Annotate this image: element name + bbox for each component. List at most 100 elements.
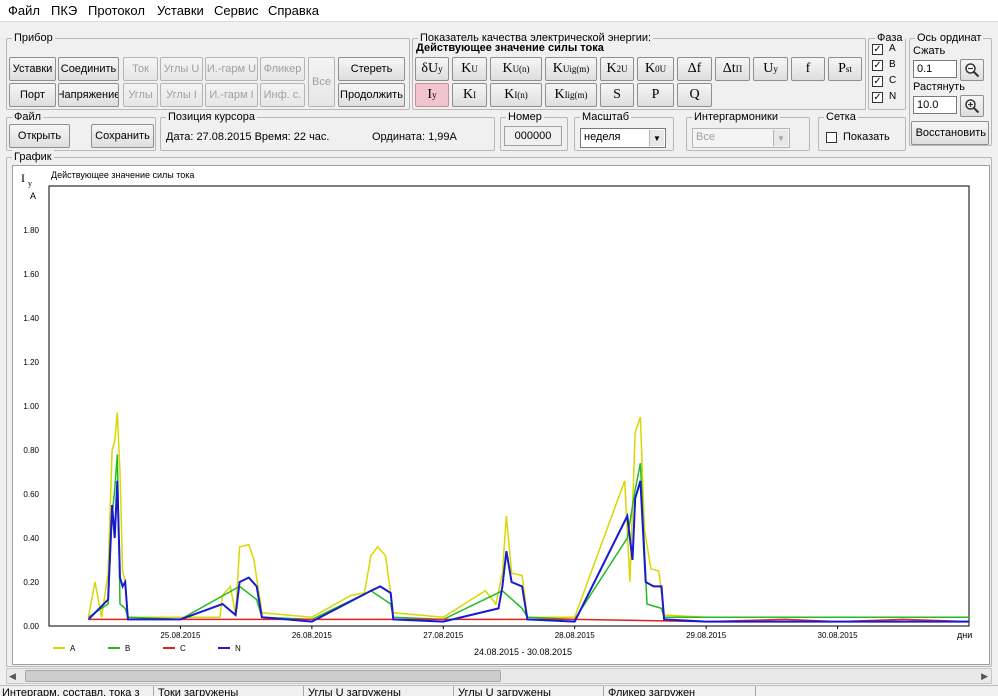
phase-checkbox-b[interactable]: ✓ bbox=[872, 60, 883, 71]
pqe-button-row1-3[interactable]: K Uig(m) bbox=[545, 57, 597, 81]
pqe-button-row1-1[interactable]: KU bbox=[452, 57, 487, 81]
current-button[interactable]: Ток bbox=[123, 57, 158, 81]
pqe-button-main: Q bbox=[689, 87, 700, 102]
chart-title: Действующее значение силы тока bbox=[51, 170, 194, 180]
y-tick-label: 0.80 bbox=[23, 446, 39, 455]
pqe-button-row1-2[interactable]: K U(n) bbox=[490, 57, 542, 81]
pqe-button-row2-0[interactable]: Iy bbox=[415, 83, 449, 107]
cursor-group-title: Позиция курсора bbox=[166, 110, 257, 124]
scroll-thumb[interactable] bbox=[25, 670, 501, 682]
pqe-button-row2-3[interactable]: K Iig(m) bbox=[545, 83, 597, 107]
pqe-button-row1-5[interactable]: K 0U bbox=[637, 57, 674, 81]
device-group-title: Прибор bbox=[12, 31, 55, 45]
chart-area[interactable]: 0.00 0.20 0.40 0.60 0.80 1.00 1.20 1.40 1.60 1.80… bbox=[12, 165, 990, 665]
erase-button[interactable]: Стереть bbox=[338, 57, 405, 81]
zoom-out-button[interactable] bbox=[960, 59, 984, 81]
voltage-button[interactable]: Напряжение bbox=[58, 83, 119, 107]
scale-select-value: неделя bbox=[584, 131, 621, 143]
pqe-button-sub: I(n) bbox=[514, 90, 528, 100]
phase-label-b: B bbox=[889, 59, 896, 70]
cursor-datetime: Дата: 27.08.2015 Время: 22 час. bbox=[166, 131, 330, 143]
stretch-label: Растянуть bbox=[913, 81, 965, 93]
menu-pqe[interactable]: ПКЭ bbox=[49, 3, 79, 18]
menu-settings[interactable]: Уставки bbox=[155, 3, 206, 18]
legend-label-b: B bbox=[125, 644, 130, 653]
iharm-u-button[interactable]: И.-гарм U bbox=[205, 57, 258, 81]
menu-service[interactable]: Сервис bbox=[212, 3, 261, 18]
settings-button[interactable]: Уставки bbox=[9, 57, 56, 81]
y-tick-label: 1.80 bbox=[23, 226, 39, 235]
flicker-button[interactable]: Фликер bbox=[260, 57, 305, 81]
pqe-button-sub: y bbox=[432, 90, 437, 100]
pqe-button-row2-4[interactable]: S bbox=[600, 83, 634, 107]
chart-svg: 0.00 0.20 0.40 0.60 0.80 1.00 1.20 1.40 1.60 1.80… bbox=[21, 170, 972, 657]
continue-button[interactable]: Продолжить bbox=[338, 83, 405, 107]
pqe-button-row1-7[interactable]: Δt П bbox=[715, 57, 750, 81]
x-tick-label: 27.08.2015 bbox=[423, 631, 464, 640]
status-angles-u-2: Углы U загружены bbox=[456, 686, 604, 696]
connect-button[interactable]: Соединить bbox=[58, 57, 119, 81]
scroll-right-icon[interactable]: ▶ bbox=[981, 671, 988, 682]
phase-checkbox-c[interactable]: ✓ bbox=[872, 76, 883, 87]
info-button[interactable]: Инф. с. bbox=[260, 83, 305, 107]
pqe-button-main: K bbox=[462, 87, 474, 102]
pqe-button-sub: U(n) bbox=[512, 64, 530, 74]
x-tick-label: 25.08.2015 bbox=[160, 631, 201, 640]
pqe-button-row1-6[interactable]: Δf bbox=[677, 57, 712, 81]
status-flicker: Фликер загружен bbox=[606, 686, 756, 696]
port-button[interactable]: Порт bbox=[9, 83, 56, 107]
menu-file[interactable]: Файл bbox=[6, 3, 42, 18]
scroll-left-icon[interactable]: ◀ bbox=[9, 671, 16, 682]
pqe-button-sub: П bbox=[735, 64, 743, 74]
phase-checkbox-n[interactable]: ✓ bbox=[872, 92, 883, 103]
pqe-button-row1-8[interactable]: Uy bbox=[753, 57, 788, 81]
legend-label-a: A bbox=[70, 644, 76, 653]
pqe-button-main: K bbox=[554, 87, 565, 102]
y-tick-label: 1.00 bbox=[23, 402, 39, 411]
phase-label-n: N bbox=[889, 91, 897, 102]
pqe-button-row2-1[interactable]: KI bbox=[452, 83, 487, 107]
legend-label-c: C bbox=[180, 644, 186, 653]
chevron-down-icon: ▼ bbox=[773, 130, 788, 146]
angles-button[interactable]: Углы bbox=[123, 83, 158, 107]
grid-checkbox-label: Показать bbox=[843, 131, 890, 143]
horizontal-scrollbar[interactable]: ◀ ▶ bbox=[6, 668, 992, 684]
y-axis-unit: A bbox=[30, 191, 36, 201]
angles-u-button[interactable]: Углы U bbox=[160, 57, 203, 81]
compress-input[interactable]: 0.1 bbox=[913, 60, 957, 78]
phase-checkbox-a[interactable]: ✓ bbox=[872, 44, 883, 55]
phase-label-a: A bbox=[889, 43, 896, 54]
plot-frame bbox=[48, 185, 970, 627]
pqe-button-row2-6[interactable]: Q bbox=[677, 83, 712, 107]
pqe-button-row1-9[interactable]: f bbox=[791, 57, 825, 81]
pqe-button-row1-10[interactable]: Pst bbox=[828, 57, 862, 81]
pqe-button-main: K bbox=[502, 61, 513, 76]
pqe-button-main: K bbox=[504, 87, 515, 102]
pqe-button-sub: y bbox=[438, 64, 443, 74]
zoom-out-icon bbox=[965, 63, 980, 78]
open-button[interactable]: Открыть bbox=[9, 124, 70, 148]
grid-checkbox[interactable] bbox=[826, 132, 837, 143]
interharm-select[interactable]: Все ▼ bbox=[692, 128, 790, 148]
menu-help[interactable]: Справка bbox=[266, 3, 321, 18]
pqe-button-row1-0[interactable]: δU y bbox=[415, 57, 449, 81]
scale-select[interactable]: неделя ▼ bbox=[580, 128, 666, 148]
restore-button[interactable]: Восстановить bbox=[911, 121, 989, 145]
menu-protocol[interactable]: Протокол bbox=[86, 3, 147, 18]
all-button[interactable]: Все bbox=[308, 57, 335, 107]
pqe-button-sub: y bbox=[773, 64, 778, 74]
pqe-button-sub: Iig(m) bbox=[564, 90, 588, 100]
pqe-button-sub: U bbox=[471, 64, 478, 74]
file-group-title: Файл bbox=[12, 110, 44, 124]
pqe-button-main: K bbox=[644, 61, 656, 76]
stretch-input[interactable]: 10.0 bbox=[913, 96, 957, 114]
pqe-button-row2-2[interactable]: K I(n) bbox=[490, 83, 542, 107]
save-button[interactable]: Сохранить bbox=[91, 124, 154, 148]
y-tick-label: 0.40 bbox=[23, 534, 39, 543]
pqe-button-main: f bbox=[805, 61, 811, 76]
pqe-button-row1-4[interactable]: K 2U bbox=[600, 57, 634, 81]
pqe-button-row2-5[interactable]: P bbox=[637, 83, 674, 107]
zoom-in-button[interactable] bbox=[960, 95, 984, 117]
iharm-i-button[interactable]: И.-гарм I bbox=[205, 83, 258, 107]
angles-i-button[interactable]: Углы I bbox=[160, 83, 203, 107]
